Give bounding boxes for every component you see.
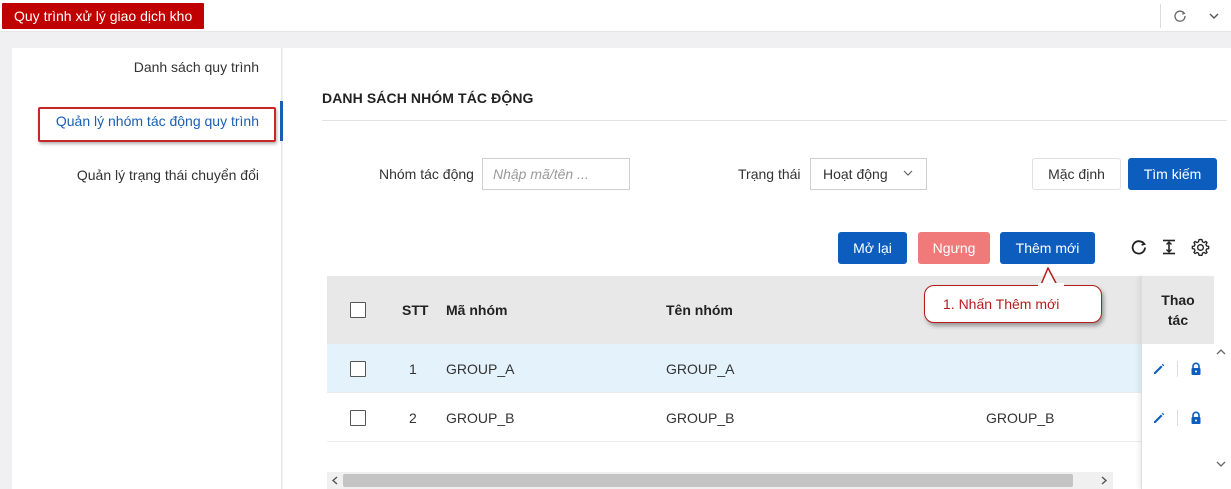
- row-group-code: GROUP_A: [446, 361, 515, 377]
- lock-icon[interactable]: [1188, 410, 1204, 426]
- column-actions: Thao tác: [1142, 276, 1214, 344]
- row-checkbox[interactable]: [350, 410, 366, 426]
- stop-button[interactable]: Ngưng: [918, 232, 990, 264]
- group-search-input[interactable]: [482, 158, 630, 190]
- main-panel: DANH SÁCH NHÓM TÁC ĐỘNG Nhóm tác động Tr…: [283, 48, 1231, 489]
- status-select-value: Hoạt động: [823, 166, 888, 182]
- vertical-scrollbar[interactable]: [1213, 344, 1229, 472]
- default-button[interactable]: Mặc định: [1032, 158, 1121, 190]
- column-stt: STT: [402, 302, 429, 318]
- group-filter-label: Nhóm tác động: [379, 166, 474, 182]
- top-bar: Quy trình xử lý giao dịch kho: [0, 0, 1231, 32]
- column-group-name[interactable]: Tên nhóm: [666, 302, 733, 318]
- edit-icon[interactable]: [1151, 410, 1167, 426]
- horizontal-scrollbar[interactable]: [327, 472, 1113, 489]
- search-button[interactable]: Tìm kiếm: [1128, 158, 1217, 190]
- reopen-button[interactable]: Mở lại: [838, 232, 907, 264]
- column-group-code[interactable]: Mã nhóm: [446, 302, 507, 318]
- side-navigation: Danh sách quy trình Quản lý nhóm tác độn…: [12, 48, 283, 489]
- edit-icon[interactable]: [1151, 361, 1167, 377]
- highlight-box: [38, 107, 276, 142]
- sidebar-item-transition-status[interactable]: Quản lý trạng thái chuyển đổi: [77, 167, 259, 183]
- title-divider: [322, 120, 1227, 121]
- chevron-down-icon[interactable]: [1204, 6, 1224, 26]
- actions-header-line2: tác: [1167, 312, 1189, 328]
- row-group-code: GROUP_B: [446, 410, 515, 426]
- column-height-icon[interactable]: [1159, 237, 1179, 257]
- row-stt: 1: [409, 361, 417, 377]
- table-row[interactable]: 1 GROUP_A GROUP_A: [327, 344, 1141, 393]
- lock-icon[interactable]: [1188, 361, 1204, 377]
- actions-header-line1: Thao: [1161, 292, 1195, 308]
- refresh-icon[interactable]: [1170, 6, 1190, 26]
- row-stt: 2: [409, 410, 417, 426]
- add-new-button[interactable]: Thêm mới: [1000, 232, 1095, 264]
- row-checkbox[interactable]: [350, 361, 366, 377]
- page-title: DANH SÁCH NHÓM TÁC ĐỘNG: [322, 90, 534, 106]
- app-title-tab[interactable]: Quy trình xử lý giao dịch kho: [2, 3, 205, 29]
- chevron-down-icon: [902, 166, 914, 182]
- instruction-callout: 1. Nhấn Thêm mới: [924, 285, 1102, 323]
- row-group-name: GROUP_B: [666, 410, 735, 426]
- action-divider: [1177, 361, 1178, 377]
- select-all-checkbox[interactable]: [350, 302, 366, 318]
- status-select[interactable]: Hoạt động: [810, 158, 927, 190]
- sidebar-item-process-list[interactable]: Danh sách quy trình: [134, 59, 259, 75]
- refresh-icon[interactable]: [1129, 237, 1149, 257]
- scrollbar-thumb[interactable]: [343, 474, 1073, 487]
- callout-joint: [1038, 283, 1064, 289]
- top-divider: [1160, 4, 1161, 28]
- settings-icon[interactable]: [1190, 237, 1210, 257]
- action-divider: [1177, 410, 1178, 426]
- status-filter-label: Trạng thái: [738, 166, 801, 182]
- row-group-name: GROUP_A: [666, 361, 735, 377]
- row-extra-value: GROUP_B: [986, 410, 1055, 426]
- actions-column: Thao tác: [1141, 276, 1214, 489]
- callout-text: 1. Nhấn Thêm mới: [943, 296, 1060, 312]
- table-row[interactable]: 2 GROUP_B GROUP_B GROUP_B: [327, 393, 1141, 442]
